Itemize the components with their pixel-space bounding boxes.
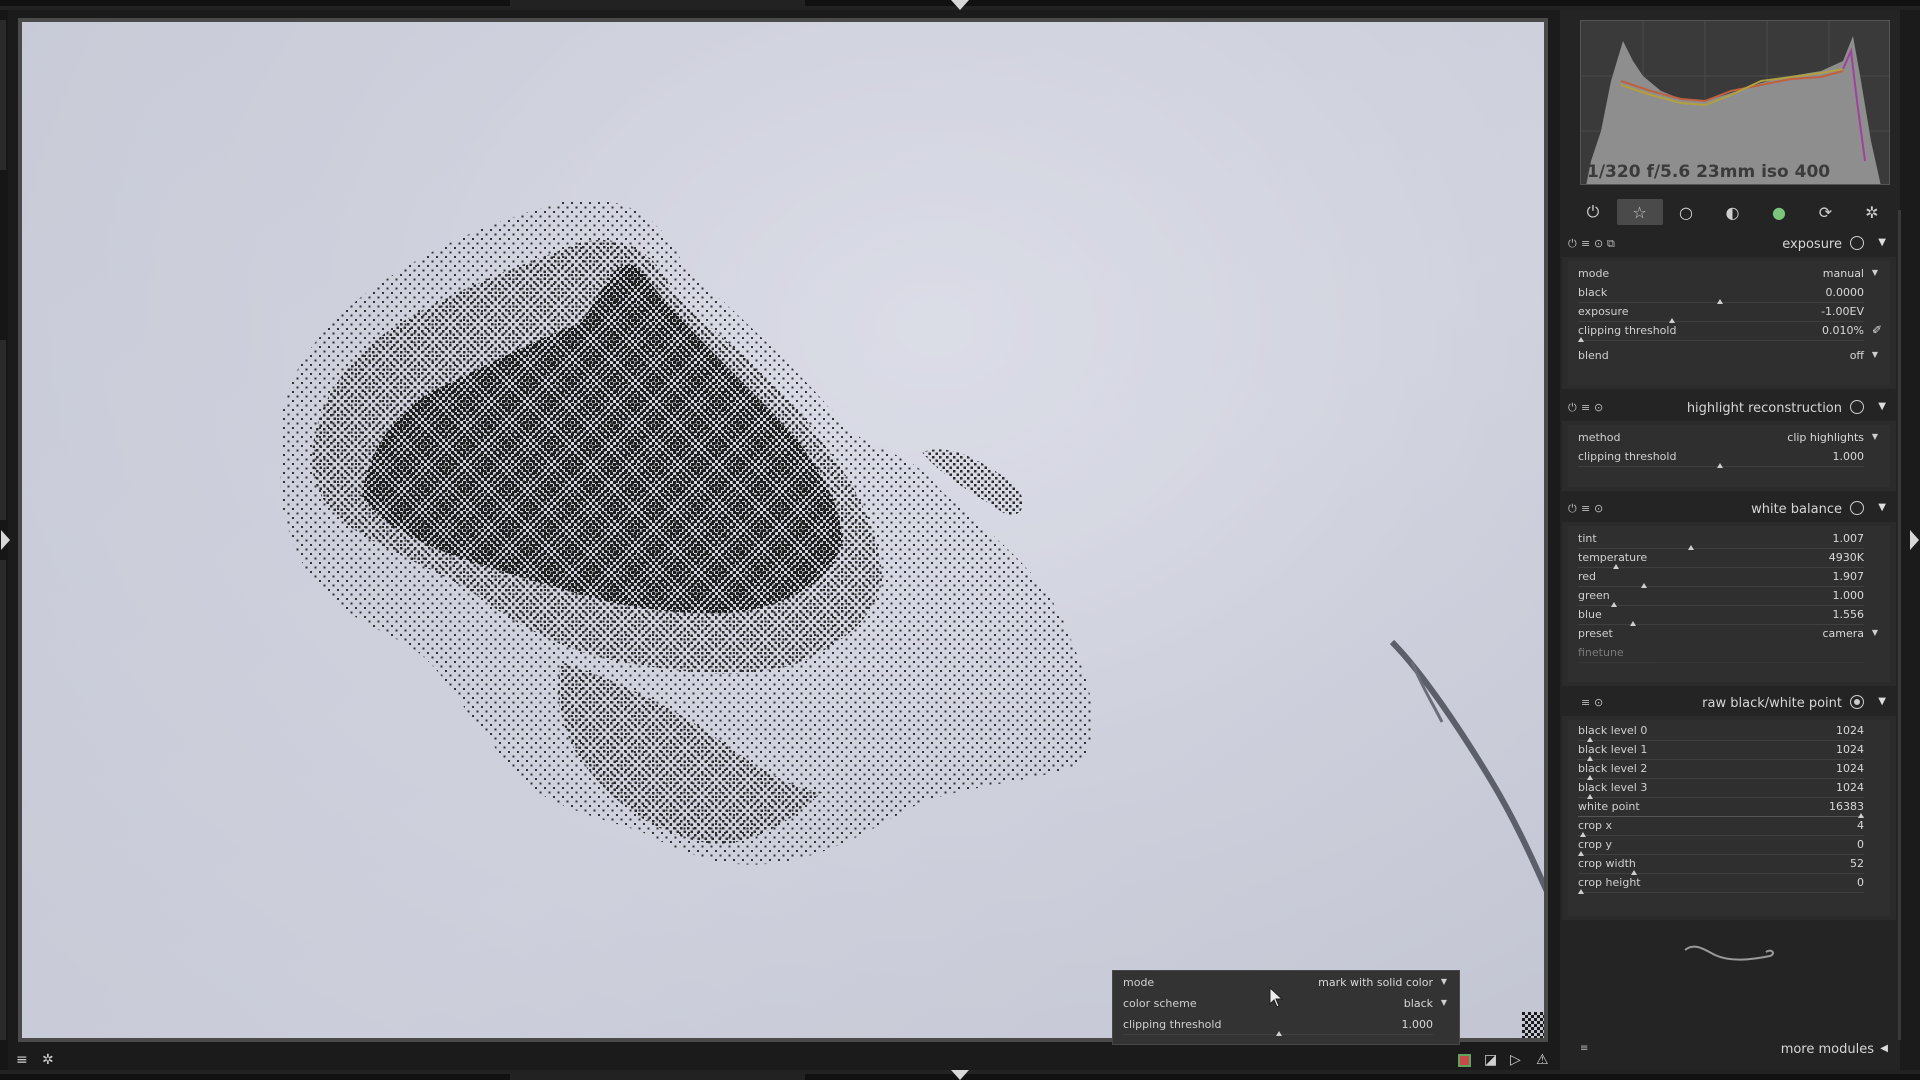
mouse-cursor-icon bbox=[1269, 987, 1284, 1008]
group-active-modules-power-icon[interactable]: ⏻ bbox=[1570, 199, 1616, 225]
blue-slider[interactable]: blue 1.556 bbox=[1568, 607, 1890, 626]
image-canvas[interactable] bbox=[18, 18, 1548, 1042]
white-point-slider[interactable]: white point 16383 bbox=[1568, 799, 1890, 818]
module-badge-icon bbox=[1850, 695, 1864, 709]
overlay-clipping-threshold-slider[interactable]: clipping threshold 1.000 bbox=[1113, 1017, 1459, 1036]
finetune-slider[interactable]: finetune bbox=[1568, 645, 1890, 664]
top-panel-toggle-icon[interactable] bbox=[951, 0, 969, 10]
highlight-reconstruction-module: ⏻ ≡ ⊙ highlight reconstruction ▼ method … bbox=[1562, 397, 1896, 491]
white-balance-module: ⏻ ≡ ⊙ white balance ▼ tint 1.007 tempera… bbox=[1562, 498, 1896, 686]
panel-end-flourish bbox=[1684, 945, 1774, 961]
module-badge-icon bbox=[1850, 400, 1864, 414]
green-slider[interactable]: green 1.000 bbox=[1568, 588, 1890, 607]
group-tone-icon[interactable]: ◐ bbox=[1710, 199, 1756, 225]
reset-icon[interactable]: ⊙ bbox=[1594, 237, 1603, 250]
menu-icon[interactable]: ≡ bbox=[1580, 1043, 1588, 1054]
clipping-threshold-slider[interactable]: clipping threshold 1.000 bbox=[1568, 449, 1890, 468]
warning-icon[interactable]: ⚠ bbox=[1536, 1052, 1549, 1068]
histogram-graph bbox=[1581, 21, 1889, 184]
group-basic-circle-icon[interactable]: ○ bbox=[1663, 199, 1709, 225]
module-title: exposure bbox=[1782, 237, 1842, 252]
right-panel-scrollbar[interactable] bbox=[1898, 210, 1901, 1040]
left-panel-toggle-icon[interactable] bbox=[1, 530, 10, 550]
temperature-slider[interactable]: temperature 4930K bbox=[1568, 550, 1890, 569]
white-balance-module-header[interactable]: ⏻ ≡ ⊙ white balance ▼ bbox=[1562, 498, 1896, 522]
expand-left-icon: ◀ bbox=[1880, 1043, 1888, 1054]
method-combobox[interactable]: method clip highlights ▼ bbox=[1568, 430, 1890, 449]
mode-combobox[interactable]: mode manual ▼ bbox=[1568, 266, 1890, 285]
presets-icon[interactable]: ≡ bbox=[1581, 237, 1590, 250]
dropdown-arrow-icon: ▼ bbox=[1871, 268, 1878, 277]
module-title: raw black/white point bbox=[1702, 696, 1842, 711]
collapse-icon[interactable]: ▼ bbox=[1878, 696, 1886, 707]
reset-icon[interactable]: ⊙ bbox=[1594, 401, 1603, 414]
module-title: white balance bbox=[1751, 502, 1842, 517]
preset-combobox[interactable]: preset camera ▼ bbox=[1568, 626, 1890, 645]
clipping-threshold-slider[interactable]: clipping threshold 0.010% ✐ bbox=[1568, 323, 1890, 342]
group-effects-icon[interactable]: ✲ bbox=[1849, 199, 1895, 225]
black-level-3-slider[interactable]: black level 3 1024 bbox=[1568, 780, 1890, 799]
overlay-mode-combobox[interactable]: mode mark with solid color ▼ bbox=[1113, 975, 1459, 994]
power-icon[interactable]: ⏻ bbox=[1568, 502, 1577, 516]
clipping-overlay-popup: mode mark with solid color ▼ color schem… bbox=[1112, 970, 1460, 1045]
more-modules-button[interactable]: ≡ more modules ◀ bbox=[1560, 1040, 1900, 1062]
collapse-icon[interactable]: ▼ bbox=[1878, 237, 1886, 248]
black-level-0-slider[interactable]: black level 0 1024 bbox=[1568, 723, 1890, 742]
group-favorites-star-icon[interactable]: ☆ bbox=[1616, 199, 1663, 225]
module-badge-icon bbox=[1850, 236, 1864, 250]
dropdown-arrow-icon: ▼ bbox=[1440, 977, 1447, 986]
exposure-module-header[interactable]: ⏻ ≡ ⊙ ⧉ exposure ▼ bbox=[1562, 233, 1896, 257]
dropdown-arrow-icon: ▼ bbox=[1871, 432, 1878, 441]
rawbw-module-header[interactable]: ≡ ⊙ raw black/white point ▼ bbox=[1562, 692, 1896, 716]
crop-width-slider[interactable]: crop width 52 bbox=[1568, 856, 1890, 875]
dropdown-arrow-icon: ▼ bbox=[1440, 998, 1447, 1007]
bottom-panel-toggle-icon[interactable] bbox=[951, 1070, 969, 1080]
crop-height-slider[interactable]: crop height 0 bbox=[1568, 875, 1890, 894]
histogram[interactable]: 1/320 f/5.6 23mm iso 400 bbox=[1580, 20, 1890, 185]
module-badge-icon bbox=[1850, 501, 1864, 515]
raw-black-white-point-module: ≡ ⊙ raw black/white point ▼ black level … bbox=[1562, 692, 1896, 920]
styles-icon[interactable]: ✲ bbox=[42, 1052, 54, 1068]
clipping-indicator-icon[interactable] bbox=[1458, 1054, 1471, 1067]
reset-icon[interactable]: ⊙ bbox=[1594, 696, 1603, 709]
red-slider[interactable]: red 1.907 bbox=[1568, 569, 1890, 588]
black-level-2-slider[interactable]: black level 2 1024 bbox=[1568, 761, 1890, 780]
exposure-slider[interactable]: exposure -1.00EV bbox=[1568, 304, 1890, 323]
group-correct-icon[interactable]: ⟳ bbox=[1803, 199, 1849, 225]
softproof-icon[interactable]: ▷ bbox=[1510, 1052, 1521, 1068]
gamut-check-icon[interactable]: ◪ bbox=[1484, 1052, 1497, 1068]
power-icon[interactable]: ⏻ bbox=[1568, 401, 1577, 415]
exif-info: 1/320 f/5.6 23mm iso 400 bbox=[1587, 162, 1831, 182]
instance-icon[interactable]: ⧉ bbox=[1607, 237, 1615, 251]
power-icon[interactable]: ⏻ bbox=[1568, 237, 1577, 251]
tint-slider[interactable]: tint 1.007 bbox=[1568, 531, 1890, 550]
blend-combobox[interactable]: blend off ▼ bbox=[1568, 348, 1890, 367]
color-picker-icon[interactable]: ✐ bbox=[1872, 323, 1882, 337]
dropdown-arrow-icon: ▼ bbox=[1871, 350, 1878, 359]
reset-icon[interactable]: ⊙ bbox=[1594, 502, 1603, 515]
collapse-icon[interactable]: ▼ bbox=[1878, 401, 1886, 412]
module-title: highlight reconstruction bbox=[1686, 401, 1842, 416]
crop-x-slider[interactable]: crop x 4 bbox=[1568, 818, 1890, 837]
clipping-overlay-image bbox=[22, 22, 1544, 1038]
quick-access-menu-icon[interactable]: ≡ bbox=[16, 1052, 28, 1068]
highlight-module-header[interactable]: ⏻ ≡ ⊙ highlight reconstruction ▼ bbox=[1562, 397, 1896, 421]
presets-icon[interactable]: ≡ bbox=[1581, 401, 1590, 414]
presets-icon[interactable]: ≡ bbox=[1581, 502, 1590, 515]
dropdown-arrow-icon: ▼ bbox=[1871, 628, 1878, 637]
black-level-1-slider[interactable]: black level 1 1024 bbox=[1568, 742, 1890, 761]
presets-icon[interactable]: ≡ bbox=[1581, 696, 1590, 709]
exposure-module: ⏻ ≡ ⊙ ⧉ exposure ▼ mode manual ▼ black 0… bbox=[1562, 233, 1896, 389]
module-group-tabs: ⏻ ☆ ○ ◐ ● ⟳ ✲ bbox=[1570, 198, 1895, 226]
collapse-icon[interactable]: ▼ bbox=[1878, 502, 1886, 513]
black-slider[interactable]: black 0.0000 bbox=[1568, 285, 1890, 304]
color-scheme-combobox[interactable]: color scheme black ▼ bbox=[1113, 996, 1459, 1015]
crop-y-slider[interactable]: crop y 0 bbox=[1568, 837, 1890, 856]
group-color-icon[interactable]: ● bbox=[1756, 199, 1802, 225]
right-panel-toggle-icon[interactable] bbox=[1910, 530, 1919, 550]
